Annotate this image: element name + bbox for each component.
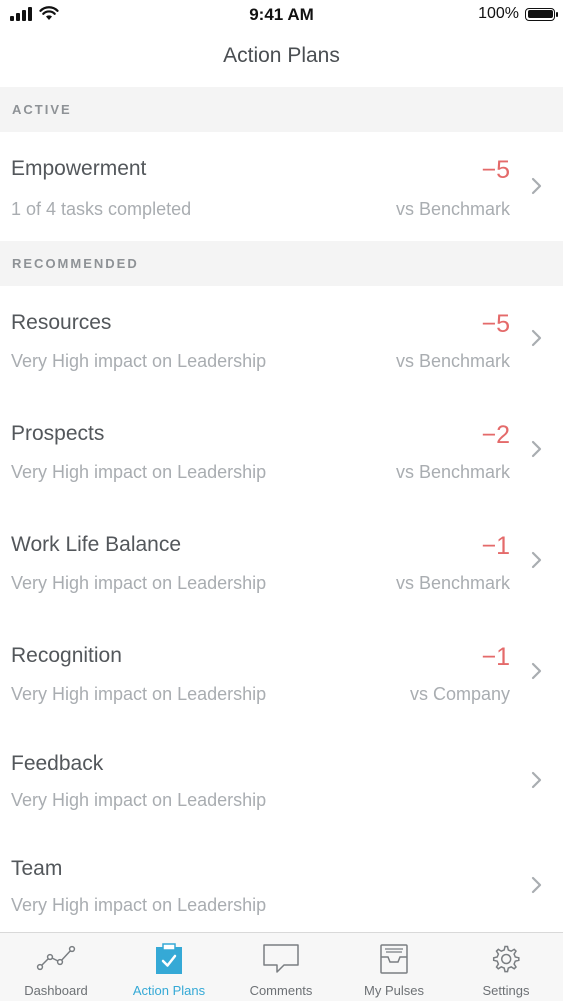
row-subtitle: 1 of 4 tasks completed bbox=[11, 199, 192, 219]
row-title: Feedback bbox=[11, 752, 104, 775]
tab-label: My Pulses bbox=[364, 983, 424, 998]
battery-percentage: 100% bbox=[478, 5, 519, 22]
inbox-tray-icon bbox=[380, 944, 408, 974]
row-title: Team bbox=[11, 857, 63, 880]
chevron-right-icon bbox=[531, 551, 542, 569]
action-plan-row-work-life-balance[interactable]: Work Life Balance Very High impact on Le… bbox=[0, 508, 563, 619]
chevron-right-icon bbox=[531, 771, 542, 789]
row-subtitle: Very High impact on Leadership bbox=[11, 351, 267, 371]
tab-my-pulses[interactable]: My Pulses bbox=[338, 933, 450, 1001]
row-score: −1 bbox=[481, 532, 510, 560]
row-title: Resources bbox=[11, 311, 112, 334]
row-comparison: vs Benchmark bbox=[395, 462, 510, 482]
tab-label: Comments bbox=[249, 983, 313, 998]
tab-action-plans[interactable]: Action Plans bbox=[113, 933, 225, 1001]
page-title: Action Plans bbox=[223, 44, 340, 67]
tab-settings[interactable]: Settings bbox=[450, 933, 562, 1001]
action-plan-row-feedback[interactable]: Feedback Very High impact on Leadership bbox=[0, 730, 563, 835]
chevron-right-icon bbox=[531, 662, 542, 680]
tab-label: Dashboard bbox=[24, 983, 88, 998]
gear-icon bbox=[492, 945, 520, 973]
action-plan-row-team[interactable]: Team Very High impact on Leadership bbox=[0, 835, 563, 932]
row-subtitle: Very High impact on Leadership bbox=[11, 462, 267, 482]
tab-comments[interactable]: Comments bbox=[225, 933, 337, 1001]
row-score: −5 bbox=[481, 310, 510, 338]
row-score: −2 bbox=[481, 421, 510, 449]
tab-dashboard[interactable]: Dashboard bbox=[0, 933, 112, 1001]
row-subtitle: Very High impact on Leadership bbox=[11, 790, 267, 810]
row-comparison: vs Benchmark bbox=[395, 351, 510, 371]
tab-label: Settings bbox=[482, 983, 530, 998]
chevron-right-icon bbox=[531, 440, 542, 458]
row-score: −1 bbox=[481, 643, 510, 671]
action-plan-row-empowerment[interactable]: Empowerment 1 of 4 tasks completed −5 vs… bbox=[0, 132, 563, 241]
row-title: Empowerment bbox=[11, 157, 147, 180]
row-subtitle: Very High impact on Leadership bbox=[11, 573, 267, 593]
chevron-right-icon bbox=[531, 329, 542, 347]
clipboard-check-icon bbox=[156, 943, 182, 974]
chevron-right-icon bbox=[531, 177, 542, 195]
action-plan-row-resources[interactable]: Resources Very High impact on Leadership… bbox=[0, 286, 563, 397]
row-title: Work Life Balance bbox=[11, 533, 182, 556]
line-chart-icon bbox=[36, 945, 76, 971]
speech-bubble-icon bbox=[263, 944, 299, 973]
status-bar: 9:41 AM 100% bbox=[0, 0, 563, 30]
action-plan-row-prospects[interactable]: Prospects Very High impact on Leadership… bbox=[0, 397, 563, 508]
row-subtitle: Very High impact on Leadership bbox=[11, 684, 267, 704]
row-score: −5 bbox=[481, 156, 510, 184]
row-subtitle: Very High impact on Leadership bbox=[11, 895, 267, 915]
action-plan-row-recognition[interactable]: Recognition Very High impact on Leadersh… bbox=[0, 619, 563, 730]
section-header-recommended: RECOMMENDED bbox=[0, 241, 563, 286]
row-comparison: vs Company bbox=[409, 684, 510, 704]
tab-bar: Dashboard Action Plans Comments My Pulse… bbox=[0, 932, 563, 1001]
row-title: Recognition bbox=[11, 644, 122, 667]
row-title: Prospects bbox=[11, 422, 105, 445]
chevron-right-icon bbox=[531, 876, 542, 894]
row-comparison: vs Benchmark bbox=[395, 573, 510, 593]
section-header-active: ACTIVE bbox=[0, 87, 563, 132]
row-comparison: vs Benchmark bbox=[395, 199, 510, 219]
battery-icon bbox=[525, 7, 558, 21]
tab-label: Action Plans bbox=[132, 983, 206, 998]
